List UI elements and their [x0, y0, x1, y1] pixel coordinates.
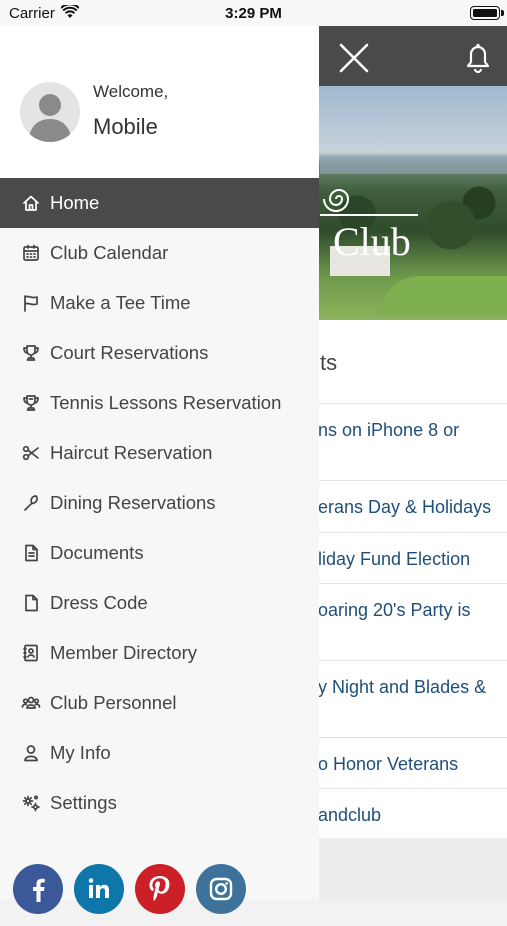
logo-divider: [320, 214, 418, 216]
menu-item-make-a-tee-time[interactable]: Make a Tee Time: [0, 278, 319, 328]
battery-tip: [501, 10, 504, 16]
bell-icon[interactable]: [458, 38, 498, 78]
menu-item-label: Make a Tee Time: [50, 292, 191, 313]
status-bar: Carrier 3:29 PM: [0, 0, 507, 26]
news-item-title: y Night and Blades &: [318, 677, 487, 697]
menu-item-label: Member Directory: [50, 642, 197, 663]
menu-item-label: Tennis Lessons Reservation: [50, 392, 282, 413]
menu-item-label: Documents: [50, 542, 144, 563]
pinterest-icon[interactable]: [135, 864, 185, 914]
address-book-icon: [21, 643, 41, 663]
news-item-title: ns on iPhone 8 or: [318, 420, 460, 440]
battery-icon: [470, 6, 500, 20]
menu-item-member-directory[interactable]: Member Directory: [0, 628, 319, 678]
tennis-trophy-icon: [21, 393, 41, 413]
menu-item-haircut-reservation[interactable]: Haircut Reservation: [0, 428, 319, 478]
scissors-icon: [21, 443, 41, 463]
menu-item-club-calendar[interactable]: Club Calendar: [0, 228, 319, 278]
news-item-title: o Honor Veterans: [318, 754, 459, 774]
menu-item-label: My Info: [50, 742, 111, 763]
trophy-icon: [21, 343, 41, 363]
menu-item-label: Dining Reservations: [50, 492, 216, 513]
news-item-title: erans Day & Holidays: [318, 497, 492, 517]
logo-swirl-icon: [318, 181, 354, 217]
menu-item-label: Dress Code: [50, 592, 148, 613]
menu-item-dining-reservations[interactable]: Dining Reservations: [0, 478, 319, 528]
menu-item-court-reservations[interactable]: Court Reservations: [0, 328, 319, 378]
welcome-label: Welcome,: [93, 82, 169, 101]
menu-item-my-info[interactable]: My Info: [0, 728, 319, 778]
menu-item-label: Settings: [50, 792, 117, 813]
user-icon: [21, 743, 41, 763]
profile-header: Welcome, Mobile: [0, 26, 319, 178]
menu-item-documents[interactable]: Documents: [0, 528, 319, 578]
menu-item-club-personnel[interactable]: Club Personnel: [0, 678, 319, 728]
menu-item-label: Home: [50, 192, 100, 213]
news-item-title: liday Fund Election: [318, 549, 471, 569]
menu-item-dress-code[interactable]: Dress Code: [0, 578, 319, 628]
avatar[interactable]: [20, 82, 80, 142]
calendar-icon: [21, 243, 41, 263]
news-item-title: andclub: [318, 805, 382, 825]
drawer-menu: Home Club Calendar Make a Tee Time Court Re…: [0, 178, 319, 828]
hero-water: [320, 156, 507, 174]
hero-green: [380, 276, 507, 316]
file-icon: [21, 593, 41, 613]
username: Mobile: [93, 114, 158, 139]
menu-item-label: Club Personnel: [50, 692, 177, 713]
logo-text: Club: [333, 219, 411, 264]
home-icon: [21, 193, 41, 213]
news-title: ts: [320, 350, 338, 375]
gears-icon: [21, 793, 41, 813]
menu-item-home[interactable]: Home: [0, 178, 319, 228]
menu-item-label: Court Reservations: [50, 342, 209, 363]
news-item-title: oaring 20's Party is: [318, 600, 471, 620]
flag-icon: [21, 293, 41, 313]
side-drawer: Welcome, Mobile Home Club Calendar Make a …: [0, 26, 319, 914]
close-icon[interactable]: [334, 38, 374, 78]
menu-item-tennis-lessons-reservation[interactable]: Tennis Lessons Reservation: [0, 378, 319, 428]
utensils-icon: [21, 493, 41, 513]
instagram-icon[interactable]: [196, 864, 246, 914]
status-time: 3:29 PM: [225, 5, 282, 22]
linkedin-icon[interactable]: [74, 864, 124, 914]
facebook-icon[interactable]: [13, 864, 63, 914]
document-icon: [21, 543, 41, 563]
users-icon: [21, 693, 41, 713]
menu-item-settings[interactable]: Settings: [0, 778, 319, 828]
menu-item-label: Club Calendar: [50, 242, 169, 263]
menu-item-label: Haircut Reservation: [50, 442, 213, 463]
social-links: [0, 864, 319, 926]
